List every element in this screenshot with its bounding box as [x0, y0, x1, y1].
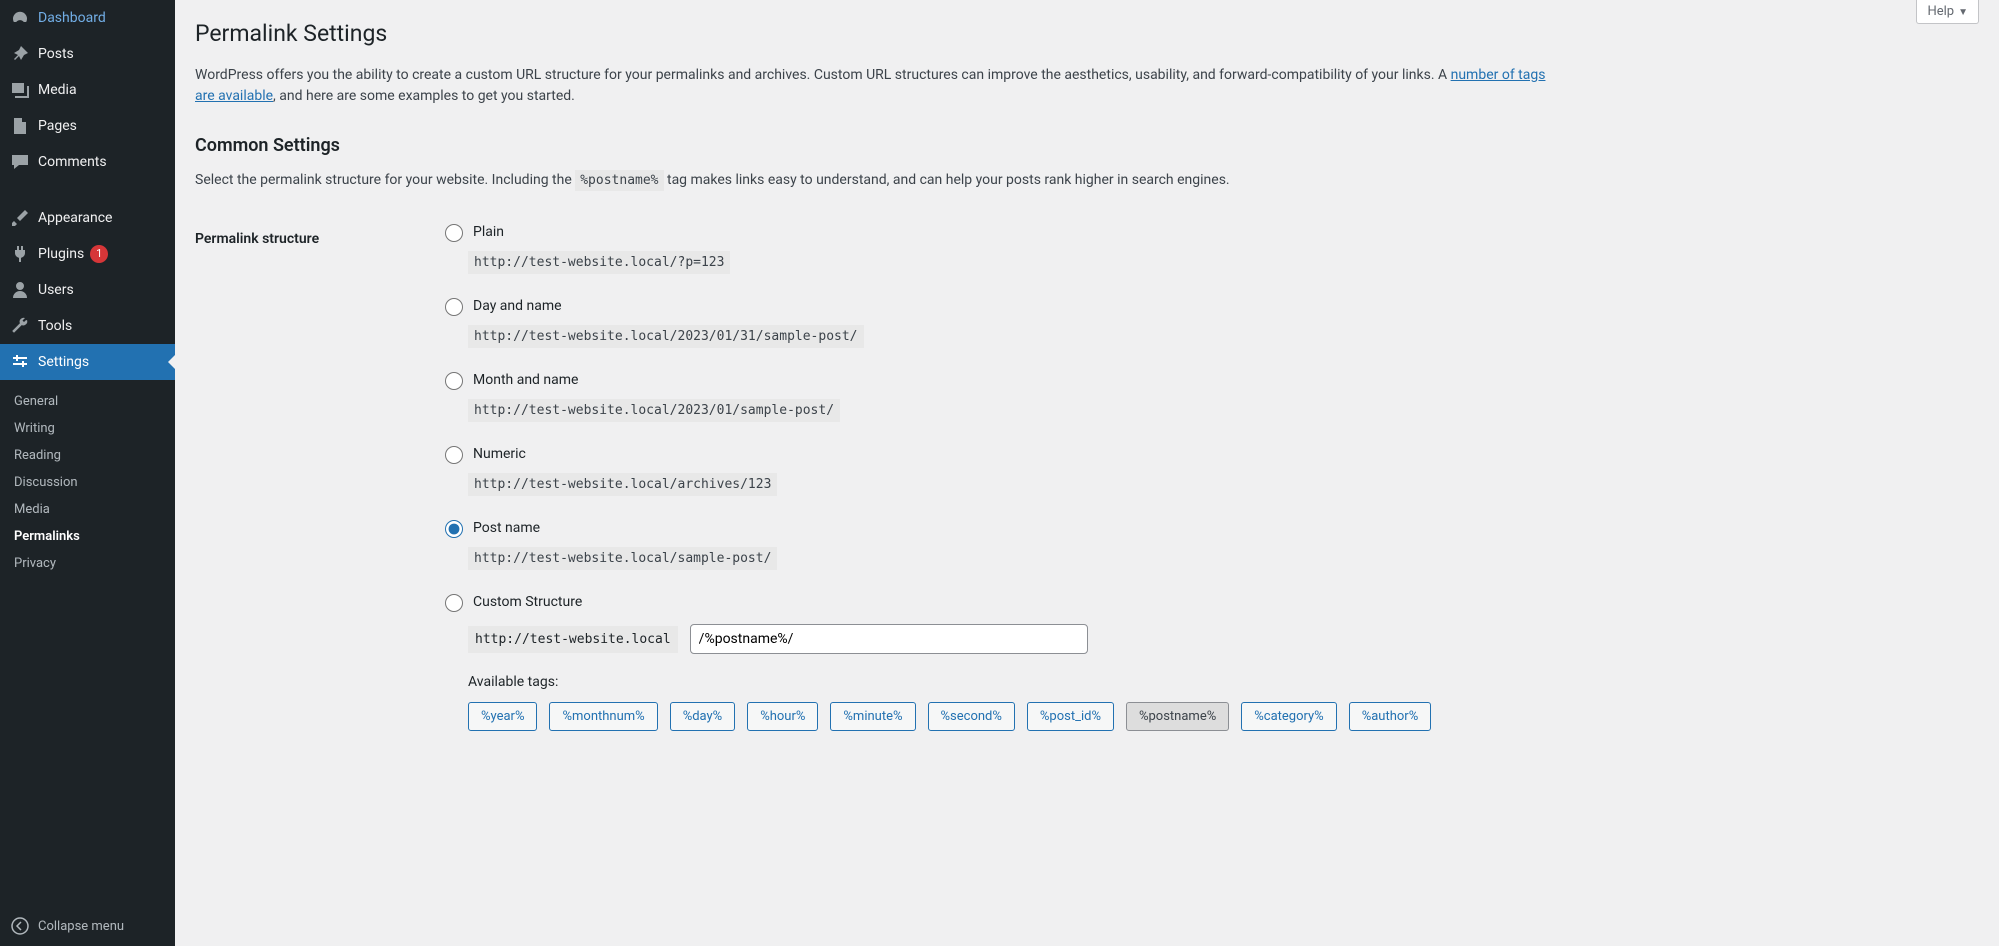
sidebar-item-label: Appearance: [38, 208, 112, 228]
option-post-name: Post name http://test-website.local/samp…: [440, 517, 1979, 566]
option-label: Custom Structure: [473, 594, 582, 610]
sidebar-item-posts[interactable]: Posts: [0, 36, 175, 72]
option-plain: Plain http://test-website.local/?p=123: [440, 221, 1979, 270]
postname-tag-code: %postname%: [575, 170, 663, 191]
tag-hour[interactable]: %hour%: [747, 702, 818, 731]
option-label: Plain: [473, 224, 504, 240]
admin-sidebar: Dashboard Posts Media Pages Comments A: [0, 0, 175, 946]
collapse-menu-button[interactable]: Collapse menu: [0, 906, 175, 946]
page-icon: [10, 116, 30, 136]
submenu-item-media[interactable]: Media: [0, 496, 175, 523]
example-code: http://test-website.local/sample-post/: [468, 547, 777, 570]
sidebar-item-label: Dashboard: [38, 8, 106, 28]
example-code: http://test-website.local/?p=123: [468, 251, 730, 274]
tag-year[interactable]: %year%: [468, 702, 537, 731]
tag-second[interactable]: %second%: [928, 702, 1015, 731]
tag-minute[interactable]: %minute%: [830, 702, 915, 731]
intro-paragraph: WordPress offers you the ability to crea…: [195, 65, 1555, 107]
sidebar-item-comments[interactable]: Comments: [0, 144, 175, 180]
radio-numeric[interactable]: [445, 446, 463, 464]
example-code: http://test-website.local/archives/123: [468, 473, 777, 496]
custom-base-code: http://test-website.local: [468, 626, 678, 653]
option-custom: Custom Structure http://test-website.loc…: [440, 591, 1979, 731]
sidebar-item-label: Media: [38, 80, 77, 100]
sidebar-item-label: Comments: [38, 152, 107, 172]
pin-icon: [10, 44, 30, 64]
radio-day-name[interactable]: [445, 298, 463, 316]
collapse-icon: [10, 916, 30, 936]
sliders-icon: [10, 352, 30, 372]
collapse-label: Collapse menu: [38, 919, 124, 934]
option-label: Numeric: [473, 446, 526, 462]
tag-day[interactable]: %day%: [670, 702, 736, 731]
chevron-down-icon: ▼: [1958, 7, 1968, 18]
sidebar-item-users[interactable]: Users: [0, 272, 175, 308]
option-label: Day and name: [473, 298, 562, 314]
help-label: Help: [1927, 4, 1954, 19]
sidebar-item-settings[interactable]: Settings: [0, 344, 175, 380]
sidebar-item-label: Settings: [38, 352, 89, 372]
main-content: Help ▼ Permalink Settings WordPress offer…: [175, 0, 1999, 946]
tag-category[interactable]: %category%: [1241, 702, 1336, 731]
option-month-name: Month and name http://test-website.local…: [440, 369, 1979, 418]
sidebar-item-pages[interactable]: Pages: [0, 108, 175, 144]
tag-post-id[interactable]: %post_id%: [1027, 702, 1114, 731]
available-tags-label: Available tags:: [468, 674, 1979, 690]
permalink-structure-label: Permalink structure: [195, 221, 440, 756]
page-title: Permalink Settings: [195, 20, 1979, 47]
sidebar-item-label: Posts: [38, 44, 74, 64]
sidebar-item-plugins[interactable]: Plugins 1: [0, 236, 175, 272]
common-settings-description: Select the permalink structure for your …: [195, 170, 1979, 191]
user-icon: [10, 280, 30, 300]
tag-monthnum[interactable]: %monthnum%: [549, 702, 657, 731]
submenu-item-permalinks[interactable]: Permalinks: [0, 523, 175, 550]
sidebar-item-dashboard[interactable]: Dashboard: [0, 0, 175, 36]
radio-custom[interactable]: [445, 594, 463, 612]
sidebar-item-media[interactable]: Media: [0, 72, 175, 108]
radio-plain[interactable]: [445, 224, 463, 242]
custom-structure-input[interactable]: [690, 624, 1088, 654]
radio-month-name[interactable]: [445, 372, 463, 390]
brush-icon: [10, 208, 30, 228]
available-tags: %year% %monthnum% %day% %hour% %minute% …: [468, 702, 1979, 731]
radio-post-name[interactable]: [445, 520, 463, 538]
option-day-name: Day and name http://test-website.local/2…: [440, 295, 1979, 344]
settings-submenu: General Writing Reading Discussion Media…: [0, 380, 175, 585]
submenu-item-general[interactable]: General: [0, 388, 175, 415]
update-badge: 1: [90, 245, 108, 263]
sidebar-item-tools[interactable]: Tools: [0, 308, 175, 344]
option-label: Post name: [473, 520, 540, 536]
help-tab[interactable]: Help ▼: [1916, 0, 1979, 24]
sidebar-item-label: Pages: [38, 116, 77, 136]
sidebar-item-appearance[interactable]: Appearance: [0, 200, 175, 236]
sidebar-item-label: Users: [38, 280, 74, 300]
gauge-icon: [10, 8, 30, 28]
tag-author[interactable]: %author%: [1349, 702, 1432, 731]
common-settings-heading: Common Settings: [195, 135, 1979, 156]
wrench-icon: [10, 316, 30, 336]
option-numeric: Numeric http://test-website.local/archiv…: [440, 443, 1979, 492]
example-code: http://test-website.local/2023/01/31/sam…: [468, 325, 864, 348]
submenu-item-writing[interactable]: Writing: [0, 415, 175, 442]
submenu-item-discussion[interactable]: Discussion: [0, 469, 175, 496]
submenu-item-reading[interactable]: Reading: [0, 442, 175, 469]
tag-postname[interactable]: %postname%: [1126, 702, 1229, 731]
plug-icon: [10, 244, 30, 264]
sidebar-item-label: Plugins: [38, 244, 84, 264]
submenu-item-privacy[interactable]: Privacy: [0, 550, 175, 577]
example-code: http://test-website.local/2023/01/sample…: [468, 399, 840, 422]
media-icon: [10, 80, 30, 100]
sidebar-item-label: Tools: [38, 316, 72, 336]
option-label: Month and name: [473, 372, 578, 388]
comment-icon: [10, 152, 30, 172]
